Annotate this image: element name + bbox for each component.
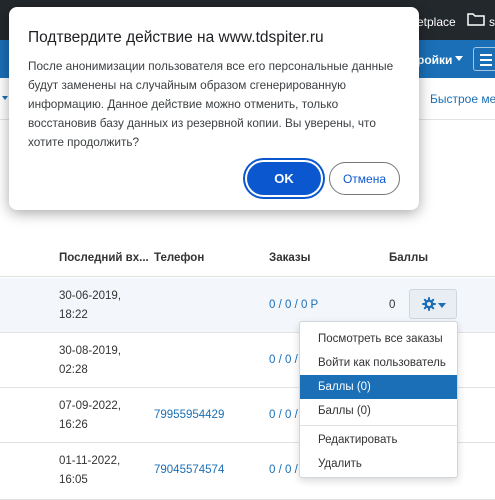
row-actions-menu: Посмотреть все заказы Войти как пользова… — [299, 321, 458, 478]
column-header-phone[interactable]: Телефон — [154, 252, 204, 264]
last-login-date: 01-11-2022, — [59, 455, 121, 467]
chevron-down-icon[interactable] — [455, 56, 463, 61]
last-login-time: 16:05 — [59, 474, 88, 486]
dialog-message: После анонимизации пользователя все его … — [28, 59, 394, 149]
dialog-title: Подтвердите действие на www.tdspiter.ru — [28, 29, 324, 46]
phone-link[interactable]: 79045574574 — [154, 460, 224, 480]
chevron-down-icon[interactable] — [2, 96, 8, 100]
column-header-orders[interactable]: Заказы — [269, 252, 310, 264]
menu-item-login-as-user[interactable]: Войти как пользователь — [300, 351, 457, 375]
menu-item-points[interactable]: Баллы (0) — [300, 375, 457, 399]
table-header: Последний вх... Телефон Заказы Баллы — [0, 240, 495, 277]
last-login-time: 02:28 — [59, 364, 88, 376]
menu-item-points[interactable]: Баллы (0) — [300, 399, 457, 423]
orders-link[interactable]: 0 / 0 / — [269, 405, 298, 425]
confirm-dialog: Подтвердите действие на www.tdspiter.ru … — [9, 7, 419, 210]
quick-menu-link[interactable]: Быстрое меню — [430, 92, 495, 106]
last-login-time: 18:22 — [59, 309, 88, 321]
menu-item-edit[interactable]: Редактировать — [300, 428, 457, 452]
menu-item-view-orders[interactable]: Посмотреть все заказы — [300, 327, 457, 351]
gear-icon — [422, 297, 436, 311]
orders-link[interactable]: 0 / 0 / — [269, 350, 298, 370]
menu-item-delete[interactable]: Удалить — [300, 452, 457, 476]
cancel-button[interactable]: Отмена — [329, 162, 400, 195]
ok-button[interactable]: OK — [247, 162, 321, 195]
last-login-time: 16:26 — [59, 419, 88, 431]
nav-item-settings[interactable]: ройки — [417, 53, 452, 67]
column-header-points[interactable]: Баллы — [389, 252, 428, 264]
chevron-down-icon — [438, 303, 446, 308]
hamburger-menu-button[interactable] — [473, 47, 495, 71]
row-actions-button[interactable] — [409, 289, 457, 319]
orders-link[interactable]: 0 / 0 / — [269, 460, 298, 480]
last-login-date: 30-08-2019, — [59, 345, 122, 357]
menu-divider — [300, 425, 457, 426]
marketplace-link[interactable]: etplace — [417, 15, 456, 29]
orders-link[interactable]: 0 / 0 / 0 Р — [269, 295, 318, 315]
folder-label[interactable]: s — [489, 15, 495, 29]
last-login-date: 07-09-2022, — [59, 400, 122, 412]
points-value: 0 — [389, 299, 396, 311]
column-header-last-login[interactable]: Последний вх... — [59, 252, 149, 264]
folder-icon[interactable] — [467, 12, 485, 26]
last-login-date: 30-06-2019, — [59, 290, 122, 302]
phone-link[interactable]: 79955954429 — [154, 405, 224, 425]
